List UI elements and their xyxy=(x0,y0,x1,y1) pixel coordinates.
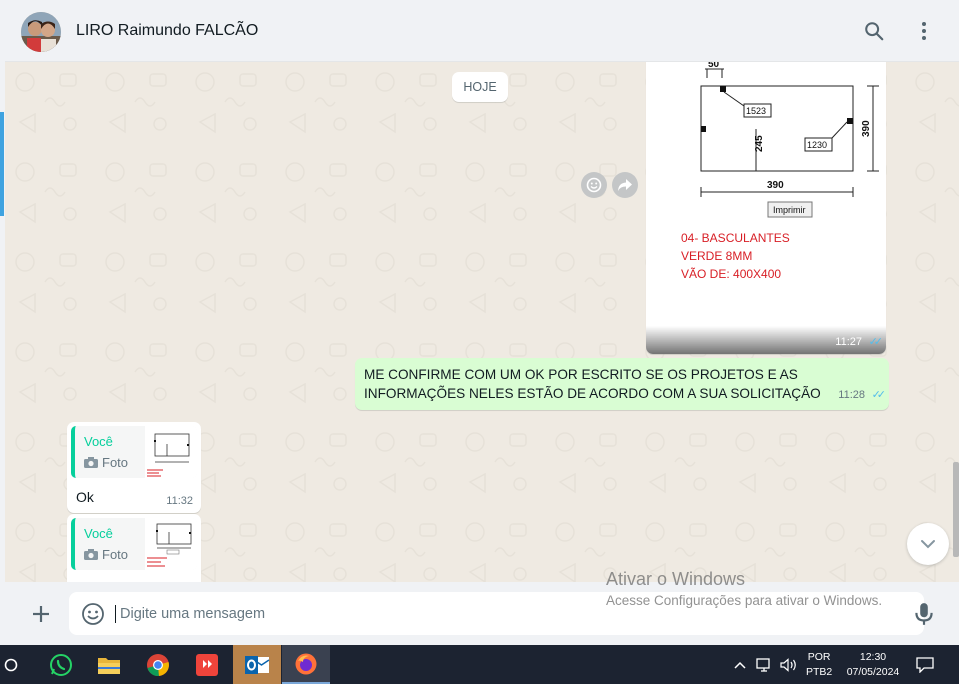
label-b: 1230 xyxy=(807,140,827,150)
image-message[interactable]: 50 1523 1230 245 390 390 Imprimir 04- BA… xyxy=(646,62,886,354)
left-panel-highlight xyxy=(0,112,4,216)
quoted-message[interactable]: Você Foto xyxy=(71,518,197,570)
incoming-reply-message[interactable]: Você Foto xyxy=(67,514,201,582)
search-taskbar-button[interactable] xyxy=(0,645,22,684)
taskbar-outlook[interactable] xyxy=(233,645,281,684)
quote-type: Foto xyxy=(102,547,129,562)
keyboard-layout: PTB2 xyxy=(806,665,833,678)
chevron-down-icon xyxy=(921,540,935,549)
technical-drawing[interactable]: 50 1523 1230 245 390 390 Imprimir 04- BA… xyxy=(646,62,886,354)
camera-icon xyxy=(84,457,98,468)
whatsapp-icon xyxy=(50,653,72,676)
clock-button[interactable]: 12:30 07/05/2024 xyxy=(842,645,904,684)
input-language-button[interactable]: POR PTB2 xyxy=(806,645,832,684)
clock-date: 07/05/2024 xyxy=(846,665,900,678)
contact-avatar[interactable] xyxy=(21,12,61,52)
firefox-icon xyxy=(295,653,317,674)
camera-icon xyxy=(84,549,98,560)
speaker-icon xyxy=(780,657,796,672)
outgoing-text-message[interactable]: ME CONFIRME COM UM OK POR ESCRITO SE OS … xyxy=(355,358,889,410)
menu-button[interactable] xyxy=(911,18,937,44)
cortana-circle-icon xyxy=(4,658,18,671)
network-tray-button[interactable] xyxy=(756,645,774,684)
taskbar-file-explorer[interactable] xyxy=(85,645,133,684)
date-divider: HOJE xyxy=(452,72,508,102)
conversation-panel[interactable]: HOJE 50 1523 1230 245 390 390 Imprimir 0… xyxy=(5,62,959,582)
chevron-up-icon xyxy=(734,661,746,669)
taskbar-anydesk[interactable] xyxy=(183,645,231,684)
network-icon xyxy=(756,657,770,672)
taskbar-firefox[interactable] xyxy=(282,645,330,684)
notification-icon xyxy=(916,656,934,673)
smiley-icon xyxy=(586,177,602,193)
windows-taskbar: POR PTB2 12:30 07/05/2024 xyxy=(0,645,959,684)
chat-header[interactable]: LIRO Raimundo FALCÃO xyxy=(5,0,959,62)
language-code: POR xyxy=(807,650,831,663)
note-line-2: VERDE 8MM xyxy=(681,249,752,263)
taskbar-chrome[interactable] xyxy=(134,645,182,684)
label-a: 1523 xyxy=(746,106,766,116)
dim-top-label: 50 xyxy=(708,62,720,70)
kebab-menu-icon xyxy=(922,22,926,40)
taskbar-whatsapp[interactable] xyxy=(37,645,85,684)
quoted-message[interactable]: Você Foto xyxy=(71,426,197,478)
search-icon xyxy=(865,22,884,41)
quote-thumbnail xyxy=(145,426,197,478)
attach-button[interactable] xyxy=(27,600,55,628)
message-text: ME CONFIRME COM UM OK POR ESCRITO SE OS … xyxy=(364,367,821,401)
quote-type: Foto xyxy=(102,455,129,470)
folder-icon xyxy=(98,657,120,674)
contact-name[interactable]: LIRO Raimundo FALCÃO xyxy=(76,22,258,40)
watermark-subtitle: Acesse Configurações para ativar o Windo… xyxy=(606,593,883,608)
double-check-icon: ✓✓ xyxy=(871,389,887,401)
chrome-icon xyxy=(147,653,169,676)
image-message-time: 11:27 xyxy=(835,336,862,348)
microphone-icon[interactable] xyxy=(911,601,937,627)
note-line-3: VÃO DE: 400X400 xyxy=(681,267,781,281)
print-button[interactable]: Imprimir xyxy=(773,205,806,215)
scroll-to-bottom-button[interactable] xyxy=(907,523,949,565)
note-line-1: 04- BASCULANTES xyxy=(681,231,790,245)
dim-bottom-label: 390 xyxy=(767,180,784,191)
dim-right-label: 390 xyxy=(861,120,872,137)
windows-activation-watermark: Ativar o Windows Acesse Configurações pa… xyxy=(606,569,882,608)
search-button[interactable] xyxy=(861,18,887,44)
quote-author: Você xyxy=(84,526,113,541)
dim-vertical-inner-label: 245 xyxy=(754,135,765,152)
scrollbar-thumb[interactable] xyxy=(953,462,959,557)
quote-author: Você xyxy=(84,434,113,449)
plus-icon xyxy=(33,606,49,622)
anydesk-icon xyxy=(196,653,218,676)
double-check-icon: ✓✓ xyxy=(868,336,884,348)
show-hidden-icons[interactable] xyxy=(734,645,746,684)
quote-thumbnail xyxy=(145,518,197,570)
forward-icon xyxy=(618,179,632,191)
outlook-icon xyxy=(245,655,270,674)
emoji-icon[interactable] xyxy=(81,602,105,626)
whatsapp-web-window: LIRO Raimundo FALCÃO HOJE 50 1523 1230 2… xyxy=(0,0,959,684)
message-time: 11:32 xyxy=(166,495,193,507)
volume-tray-button[interactable] xyxy=(780,645,798,684)
message-time: 11:28 xyxy=(838,389,865,401)
forward-button[interactable] xyxy=(612,172,638,198)
message-text: Ok xyxy=(76,489,94,505)
watermark-title: Ativar o Windows xyxy=(606,569,746,589)
clock-time: 12:30 xyxy=(859,650,887,663)
text-caret xyxy=(115,605,116,623)
incoming-reply-message[interactable]: Você Foto Ok 11:32 xyxy=(67,422,201,513)
react-emoji-button[interactable] xyxy=(581,172,607,198)
action-center-button[interactable] xyxy=(916,645,934,684)
